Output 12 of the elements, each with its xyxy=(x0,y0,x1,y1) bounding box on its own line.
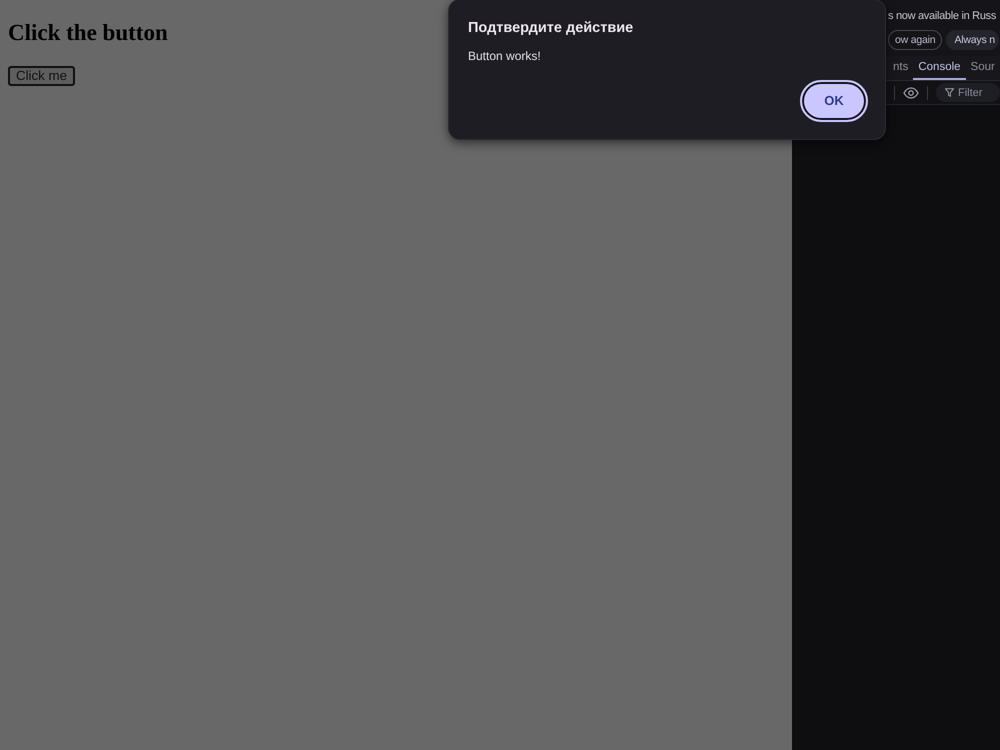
notification-text: s now available in Russ xyxy=(888,9,996,23)
ok-button[interactable]: OK xyxy=(800,80,868,122)
filter-icon xyxy=(945,88,954,97)
page-heading: Click the button xyxy=(8,20,168,46)
dialog-title: Подтвердите действие xyxy=(468,19,634,37)
notification-button[interactable]: ow again xyxy=(888,30,942,50)
dialog-message: Button works! xyxy=(468,49,541,64)
filter-field[interactable]: Filter xyxy=(936,83,1000,102)
panel-tab[interactable]: Sour xyxy=(966,57,1000,80)
notification-button[interactable]: Always n xyxy=(946,30,999,50)
eye-icon[interactable] xyxy=(903,86,919,98)
panel-tab[interactable]: nts xyxy=(888,57,914,80)
